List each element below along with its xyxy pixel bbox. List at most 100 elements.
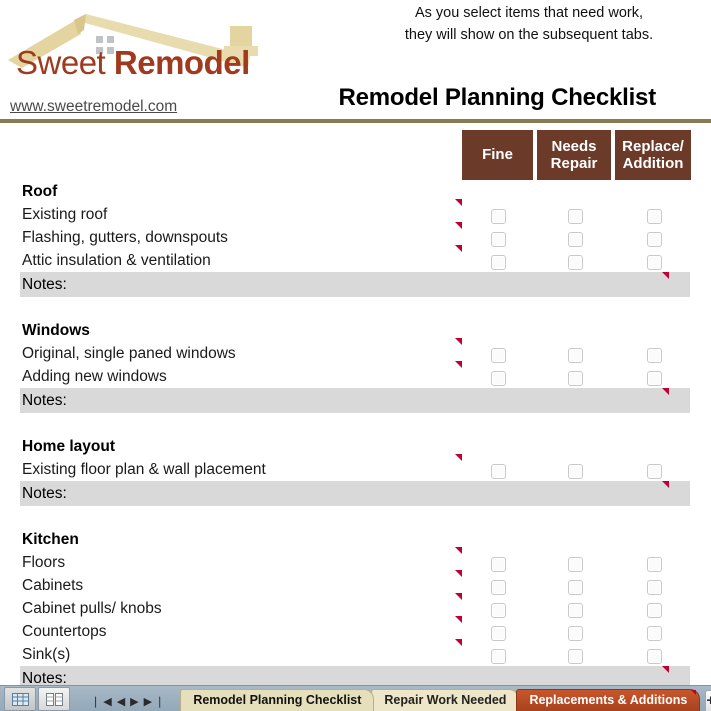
brand-word-bold: Remodel [113, 44, 250, 81]
comment-marker-icon [455, 639, 462, 646]
first-sheet-button[interactable]: ❘◀ [90, 697, 116, 708]
checklist-row-label: Countertops [22, 623, 107, 640]
add-sheet-button[interactable]: + [705, 690, 711, 711]
comment-marker-icon [455, 199, 462, 206]
checkbox-replace-addition[interactable] [647, 255, 662, 270]
checkbox-replace-addition[interactable] [647, 626, 662, 641]
checklist-row: Countertops [0, 616, 711, 643]
brand-website-link[interactable]: www.sweetremodel.com [10, 98, 177, 116]
last-sheet-button[interactable]: ▶❘ [143, 697, 169, 708]
column-header-replace-addition[interactable]: Replace/ Addition [615, 130, 691, 180]
checkbox-fine[interactable] [491, 464, 506, 479]
sheet-tab-label: Replacements & Additions [529, 693, 688, 707]
checklist-section: Roof Existing roof Flashing, gutters, down… [0, 180, 711, 319]
checkbox-replace-addition[interactable] [647, 557, 662, 572]
needs-repair-line-2: Repair [550, 155, 598, 172]
checkbox-needs-repair[interactable] [568, 464, 583, 479]
notes-row[interactable]: Notes: [20, 481, 690, 506]
column-header-needs-repair[interactable]: Needs Repair [537, 130, 611, 180]
brand-word-light: Sweet [16, 44, 114, 81]
page-layout-view-button[interactable] [38, 687, 70, 711]
checkbox-replace-addition[interactable] [647, 371, 662, 386]
checklist-row: Floors [0, 547, 711, 574]
next-sheet-button[interactable]: ▶ [129, 697, 142, 708]
checklist-row: Cabinets [0, 570, 711, 597]
sheet-navigation-arrows: ❘◀ ◀ ▶ ▶❘ [90, 697, 168, 708]
checkbox-needs-repair[interactable] [568, 371, 583, 386]
checkbox-replace-addition[interactable] [647, 348, 662, 363]
sheet-tab-label: Repair Work Needed [384, 693, 507, 707]
section-title: Windows [22, 322, 90, 339]
checklist-row-label: Flashing, gutters, downspouts [22, 229, 228, 246]
checklist-row-label: Original, single paned windows [22, 345, 236, 362]
notes-row[interactable]: Notes: [20, 388, 690, 413]
checkbox-fine[interactable] [491, 371, 506, 386]
column-header-fine-label: Fine [482, 146, 513, 164]
comment-marker-icon [662, 481, 669, 488]
checklist-section: Windows Original, single paned windows Add… [0, 319, 711, 435]
checkbox-fine[interactable] [491, 232, 506, 247]
comment-marker-icon [455, 570, 462, 577]
sheet-tabs: Remodel Planning Checklist Repair Work Ne… [180, 689, 701, 711]
sheet-tab-bar: ❘◀ ◀ ▶ ▶❘ Remodel Planning Checklist Repa… [0, 685, 711, 711]
checkbox-fine[interactable] [491, 626, 506, 641]
checkbox-fine[interactable] [491, 649, 506, 664]
checklist-section: Kitchen Floors Cabinets Cabinet pulls/ knob… [0, 528, 711, 686]
checklist-row-label: Sink(s) [22, 646, 71, 663]
view-mode-buttons [4, 687, 70, 711]
checkbox-needs-repair[interactable] [568, 209, 583, 224]
sheet-tab[interactable]: Repair Work Needed [371, 689, 520, 711]
checklist-row: Existing floor plan & wall placement [0, 454, 711, 481]
checkbox-replace-addition[interactable] [647, 209, 662, 224]
checklist-row-label: Attic insulation & ventilation [22, 252, 211, 269]
spreadsheet-window: Sweet Remodel www.sweetremodel.com As yo… [0, 0, 711, 711]
checkbox-fine[interactable] [491, 348, 506, 363]
checklist-row: Original, single paned windows [0, 338, 711, 365]
checkbox-replace-addition[interactable] [647, 464, 662, 479]
needs-repair-line-1: Needs [551, 137, 597, 155]
comment-marker-icon [455, 547, 462, 554]
comment-marker-icon [455, 593, 462, 600]
grid-view-icon [11, 692, 29, 706]
column-header-fine[interactable]: Fine [462, 130, 533, 180]
checkbox-fine[interactable] [491, 209, 506, 224]
checkbox-needs-repair[interactable] [568, 580, 583, 595]
checkbox-needs-repair[interactable] [568, 348, 583, 363]
notes-row[interactable]: Notes: [20, 272, 690, 297]
page-title: Remodel Planning Checklist [338, 84, 656, 111]
checkbox-fine[interactable] [491, 603, 506, 618]
checkbox-needs-repair[interactable] [568, 649, 583, 664]
checkbox-fine[interactable] [491, 557, 506, 572]
notes-label: Notes: [22, 276, 67, 293]
checkbox-fine[interactable] [491, 580, 506, 595]
checkbox-replace-addition[interactable] [647, 232, 662, 247]
checklist-row-label: Cabinet pulls/ knobs [22, 600, 162, 617]
checkbox-needs-repair[interactable] [568, 557, 583, 572]
comment-marker-icon [455, 222, 462, 229]
normal-view-button[interactable] [4, 687, 36, 711]
checkbox-fine[interactable] [491, 255, 506, 270]
checkbox-needs-repair[interactable] [568, 603, 583, 618]
checklist-row-label: Floors [22, 554, 66, 571]
instructions-text: As you select items that need work, they… [359, 3, 699, 47]
checklist-row-label: Adding new windows [22, 368, 167, 385]
checkbox-replace-addition[interactable] [647, 603, 662, 618]
checkbox-needs-repair[interactable] [568, 255, 583, 270]
notes-row[interactable]: Notes: [20, 666, 690, 686]
sheet-tab[interactable]: Remodel Planning Checklist [180, 689, 375, 711]
instructions-line-2: they will show on the subsequent tabs. [404, 26, 654, 43]
comment-marker-icon [455, 338, 462, 345]
comment-marker-icon [691, 690, 697, 695]
replace-addition-line-2: Addition [622, 155, 684, 172]
comment-marker-icon [662, 272, 669, 279]
checkbox-needs-repair[interactable] [568, 626, 583, 641]
checkbox-replace-addition[interactable] [647, 649, 662, 664]
sheet-header: Sweet Remodel www.sweetremodel.com As yo… [0, 0, 711, 123]
sheet-tab[interactable]: Replacements & Additions [516, 689, 701, 711]
checklist-row-label: Cabinets [22, 577, 84, 594]
previous-sheet-button[interactable]: ◀ [116, 697, 129, 708]
checkbox-replace-addition[interactable] [647, 580, 662, 595]
checkbox-needs-repair[interactable] [568, 232, 583, 247]
